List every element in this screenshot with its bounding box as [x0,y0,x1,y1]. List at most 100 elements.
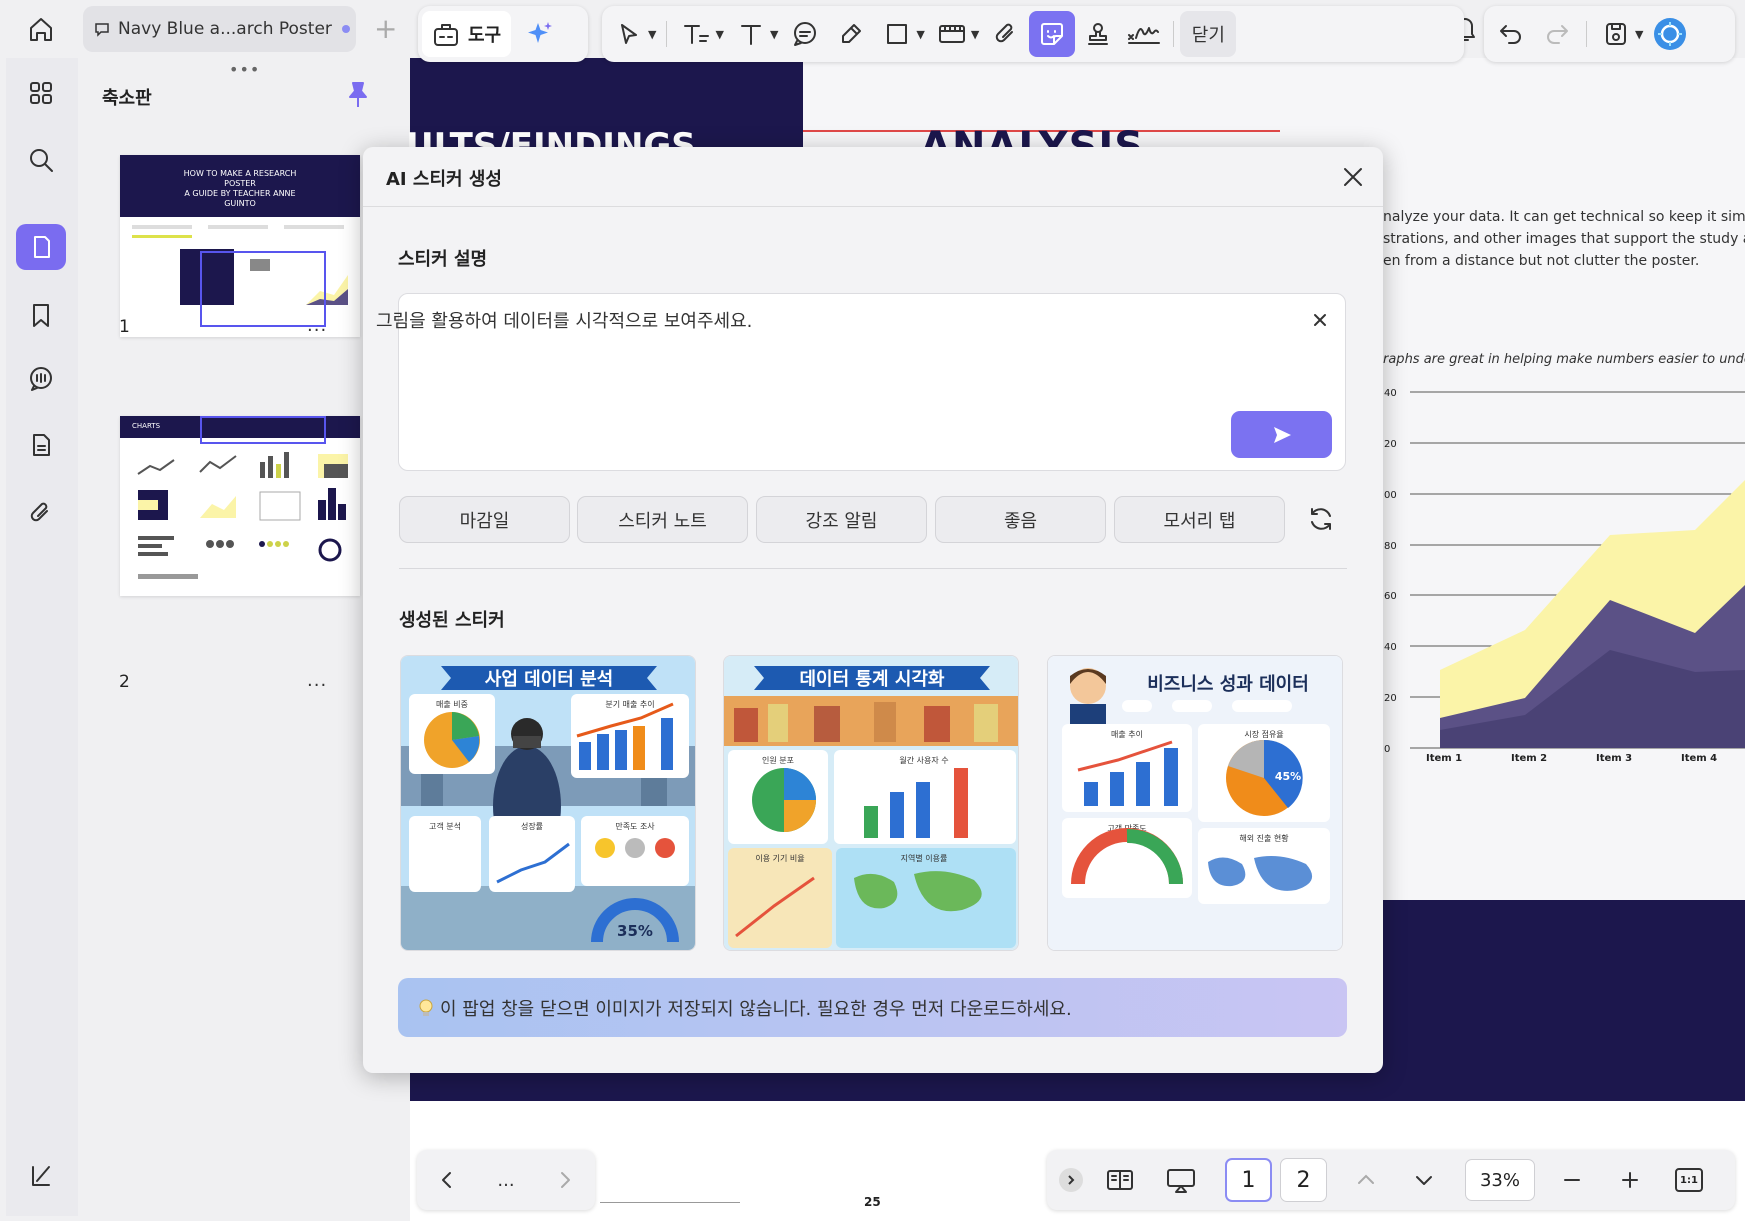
tools-label: 도구 [468,25,502,46]
signature-icon [1128,27,1161,44]
annotation-tools-group: ▼ ▼ ▼ ▼ ▼ 닫기 [602,6,1464,62]
previous-page-button[interactable] [1355,1169,1377,1191]
page-thumbnail-1[interactable]: HOW TO MAKE A RESEARCH POSTER A GUIDE BY… [120,155,360,337]
document-tab[interactable]: Navy Blue a...arch Poster [83,6,356,52]
comment-tool-button[interactable] [782,11,828,57]
sticker1-sub: 매출 비중 [436,699,468,709]
dialog-header [363,147,1383,207]
save-icon [1606,23,1626,45]
body-line: nalyze your data. It can get technical s… [1383,209,1745,225]
select-tool-button[interactable] [606,11,652,57]
new-tab-button[interactable]: + [374,15,397,43]
sticker3-big: 45% [1275,770,1301,783]
shape-tool-button[interactable] [874,11,920,57]
more-button[interactable]: ... [497,1170,514,1191]
ai-chat-button[interactable] [1647,11,1693,57]
page-number-2: 2 [119,672,130,692]
rail-attachments-list-button[interactable] [16,422,66,468]
chevron-right-icon [1068,1175,1075,1185]
plus-icon [1622,1172,1638,1188]
refresh-suggestions-button[interactable] [1306,504,1336,534]
page-2-more-button[interactable]: ... [307,670,327,691]
rail-bookmarks-button[interactable] [16,292,66,338]
prompt-text[interactable]: 그림을 활용하여 데이터를 시각적으로 보여주세요. [376,307,752,333]
rail-theme-button[interactable] [16,1152,66,1198]
highlighter-tool-button[interactable] [828,11,874,57]
description-label: 스티커 설명 [398,249,488,270]
close-icon [1314,314,1326,326]
poster-line [600,1202,740,1203]
grid-icon [30,82,52,104]
pin-panel-button[interactable] [346,80,370,110]
zoom-out-button[interactable] [1561,1169,1583,1191]
rail-search-button[interactable] [16,137,66,183]
signature-tool-button[interactable] [1121,11,1167,57]
tab-title: Navy Blue a...arch Poster [118,19,332,39]
zoom-level-field[interactable]: 33% [1465,1159,1535,1201]
panel-resize-grip[interactable]: ••• [229,60,260,79]
rail-comments-button[interactable] [16,356,66,402]
actual-size-button[interactable]: 1:1 [1675,1168,1703,1192]
presentation-button[interactable] [1165,1166,1197,1194]
next-button[interactable] [554,1169,576,1191]
page-thumbnail-2[interactable]: CHARTS [120,416,360,596]
attachment-tool-button[interactable] [983,11,1029,57]
thumbnail-panel: ••• 축소판 HOW TO MAKE A RESEARCH POSTER A … [78,58,405,1216]
zoom-in-button[interactable] [1619,1169,1641,1191]
stamp-tool-button[interactable] [1075,11,1121,57]
redo-button[interactable] [1534,11,1580,57]
next-page-button[interactable] [1413,1169,1435,1191]
chip-corner-tab[interactable]: 모서리 탭 [1114,496,1285,543]
generated-sticker-3[interactable]: 비즈니스 성과 데이터 매출 추이 시장 점유율 45% 고객 만족도 해외 진… [1047,655,1343,951]
page-layout-button[interactable] [1105,1167,1135,1193]
tools-button[interactable]: 도구 [422,11,512,57]
previous-button[interactable] [436,1169,458,1191]
generate-send-button[interactable] [1231,411,1332,458]
chip-good[interactable]: 좋음 [935,496,1106,543]
chevron-right-icon [560,1172,570,1188]
undo-button[interactable] [1488,11,1534,57]
page-1-button[interactable]: 1 [1225,1158,1272,1202]
sticker2-sub: 이용 기기 비율 [755,853,804,863]
chip-sticky-note[interactable]: 스티커 노트 [577,496,748,543]
dialog-close-button[interactable] [1337,161,1369,193]
generated-sticker-1[interactable]: 사업 데이터 분석 매출 비중 분기 매출 추이 고객 분석 성장률 만족도 조… [400,655,696,951]
text-icon [740,25,761,45]
rail-organize-button[interactable] [16,70,66,116]
sticker2-sub: 월간 사용자 수 [899,755,948,765]
rail-attachments-button[interactable] [16,490,66,536]
chip-emphasis-alert[interactable]: 강조 알림 [756,496,927,543]
chip-deadline[interactable]: 마감일 [399,496,570,543]
send-icon [1273,426,1291,443]
redo-icon [1547,25,1568,44]
thumb1-title: HOW TO MAKE A RESEARCH POSTER A GUIDE BY… [183,169,297,208]
text-tool-button[interactable] [728,11,774,57]
sticker1-sub: 고객 분석 [429,821,461,831]
ai-assistant-button[interactable] [517,11,563,57]
minus-icon [1564,1179,1580,1181]
measure-tool-button[interactable] [929,11,975,57]
ruler-icon [938,25,965,43]
home-button[interactable] [18,8,64,50]
two-page-icon [1107,1170,1133,1190]
poster-area-chart: 40 20 00 80 60 40 20 0 Item 1 Item 2 Ite… [1384,388,1745,764]
page-1-more-button[interactable]: ... [307,315,327,336]
generated-sticker-2[interactable]: 데이터 통계 시각화 인원 분포 월간 사용자 수 이용 기기 비율 지역별 이… [723,655,1019,951]
lightbulb-icon [419,999,433,1016]
save-button[interactable] [1593,11,1639,57]
page-controls-bar: 1 2 33% 1:1 [1047,1150,1735,1210]
sticker-tool-button[interactable] [1029,11,1076,57]
clear-prompt-button[interactable] [1307,307,1333,333]
paperclip-icon [996,23,1014,43]
rail-thumbnails-button[interactable] [16,224,66,270]
close-tools-button[interactable]: 닫기 [1180,11,1237,57]
notice-text: 이 팝업 창을 닫으면 이미지가 저장되지 않습니다. 필요한 경우 먼저 다운… [440,998,1072,1020]
page-2-button[interactable]: 2 [1280,1158,1327,1202]
x-tick: Item 4 [1681,753,1717,764]
document-icon [33,434,50,456]
sticker-icon [1041,23,1064,45]
collapse-bar-button[interactable] [1059,1168,1083,1192]
comment-icon [95,23,109,37]
text-box-tool-button[interactable] [673,11,719,57]
y-tick: 20 [1384,693,1397,704]
